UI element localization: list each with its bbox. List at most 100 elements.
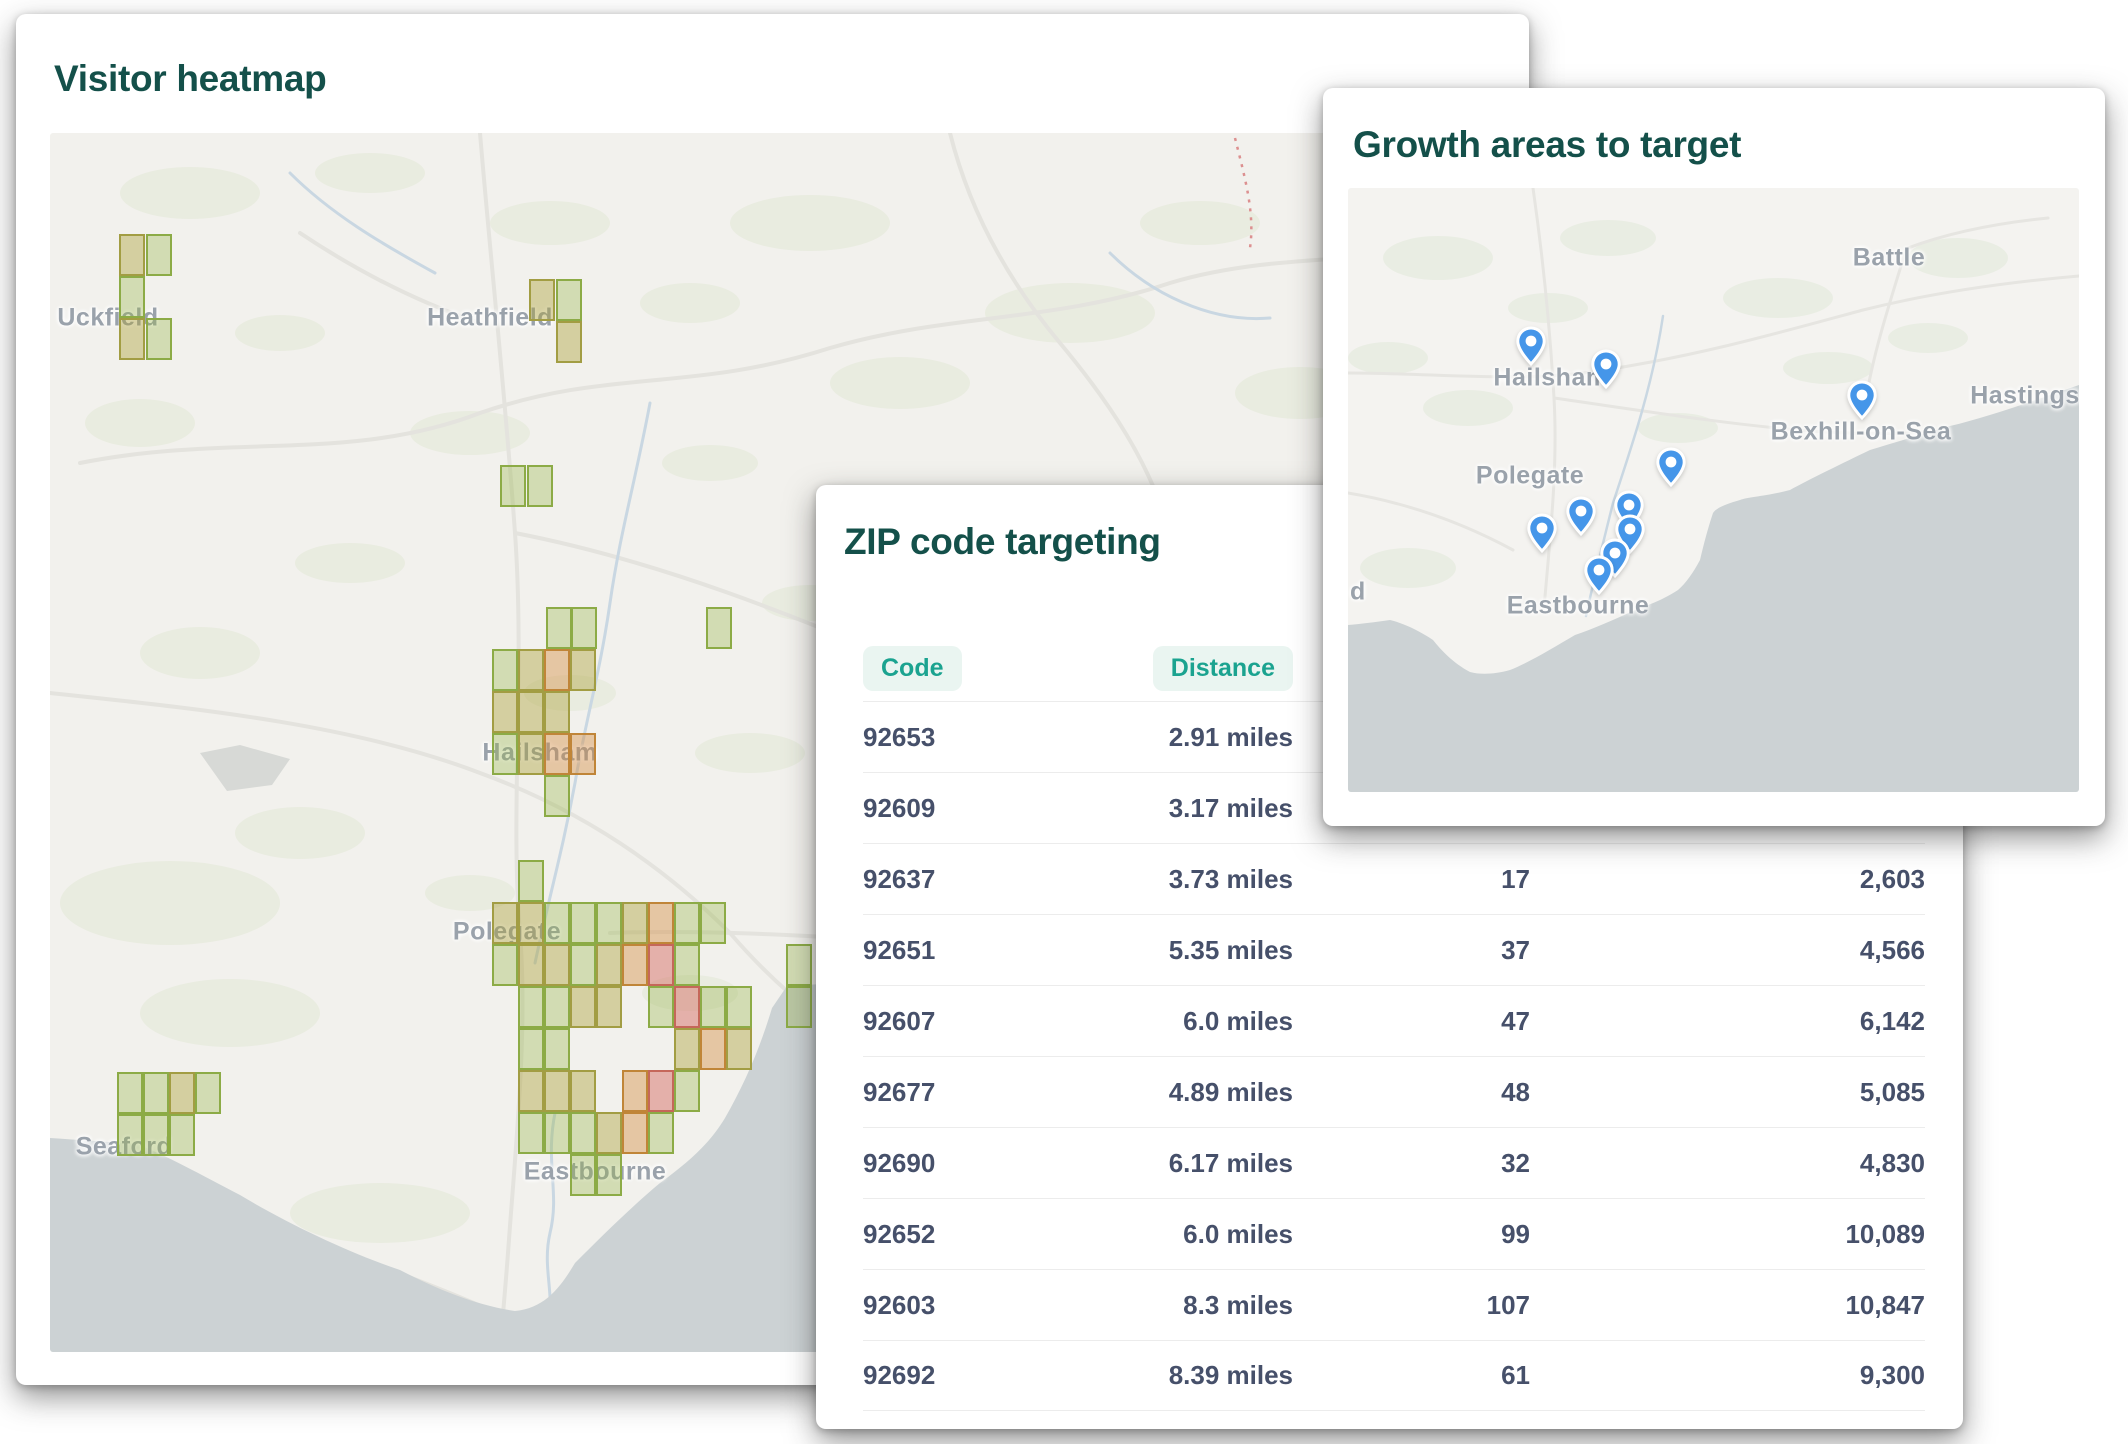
heatmap-cell: [143, 1072, 169, 1114]
heatmap-cell: [622, 902, 648, 944]
table-row: 926928.39 miles619,300: [863, 1340, 1925, 1411]
table-cell: 92652: [863, 1219, 1113, 1250]
heatmap-cell: [570, 649, 596, 691]
table-row: 926038.3 miles10710,847: [863, 1269, 1925, 1340]
table-cell: 3.73 miles: [1113, 864, 1293, 895]
table-row: 926373.73 miles172,603: [863, 843, 1925, 914]
heatmap-cell: [195, 1072, 221, 1114]
heatmap-cell: [596, 944, 622, 986]
code-column-chip[interactable]: Code: [863, 646, 962, 691]
table-cell: 10,847: [1530, 1290, 1925, 1321]
heatmap-cell: [674, 944, 700, 986]
heatmap-cell: [648, 944, 674, 986]
table-row: 926774.89 miles485,085: [863, 1056, 1925, 1127]
heatmap-cell: [700, 1028, 726, 1070]
heatmap-cell: [518, 649, 544, 691]
table-row: 926906.17 miles324,830: [863, 1127, 1925, 1198]
table-cell: 47: [1293, 1006, 1530, 1037]
table-cell: 4,566: [1530, 935, 1925, 966]
map-pin-icon[interactable]: [1525, 513, 1559, 554]
heatmap-cell: [518, 944, 544, 986]
map-pin-icon[interactable]: [1514, 326, 1548, 367]
map-pin-icon[interactable]: [1582, 555, 1616, 596]
heatmap-cell: [518, 1112, 544, 1154]
heatmap-cell: [119, 234, 145, 276]
heatmap-cell: [544, 733, 570, 775]
table-row: 926076.0 miles476,142: [863, 985, 1925, 1056]
heatmap-cell: [596, 1112, 622, 1154]
heatmap-cell: [622, 1112, 648, 1154]
heatmap-cell: [622, 1070, 648, 1112]
heatmap-cell: [117, 1114, 143, 1156]
table-cell: 48: [1293, 1077, 1530, 1108]
table-cell: 92653: [863, 722, 1113, 753]
heatmap-cell: [544, 691, 570, 733]
table-cell: 4.89 miles: [1113, 1077, 1293, 1108]
heatmap-cell: [556, 279, 582, 321]
heatmap-cell: [518, 986, 544, 1028]
heatmap-cell: [119, 318, 145, 360]
map-pin-icon[interactable]: [1654, 447, 1688, 488]
table-cell: 92677: [863, 1077, 1113, 1108]
heatmap-cell: [544, 986, 570, 1028]
table-cell: 92690: [863, 1148, 1113, 1179]
heatmap-cell: [700, 902, 726, 944]
heatmap-cell: [143, 1114, 169, 1156]
table-cell: 9,300: [1530, 1360, 1925, 1391]
heatmap-cell: [556, 321, 582, 363]
heatmap-cell: [492, 944, 518, 986]
table-cell: 10,089: [1530, 1219, 1925, 1250]
heatmap-cell: [546, 607, 572, 649]
heatmap-cell: [527, 465, 553, 507]
heatmap-cell: [544, 1112, 570, 1154]
table-cell: 2.91 miles: [1113, 722, 1293, 753]
heatmap-cell: [500, 465, 526, 507]
heatmap-cell: [571, 607, 597, 649]
heatmap-cell: [544, 1028, 570, 1070]
distance-column-chip[interactable]: Distance: [1153, 646, 1293, 691]
table-row: 926515.35 miles374,566: [863, 914, 1925, 985]
heatmap-cell: [518, 860, 544, 902]
table-cell: 92637: [863, 864, 1113, 895]
heatmap-cell: [492, 691, 518, 733]
heatmap-cell: [570, 1154, 596, 1196]
map-pin-icon[interactable]: [1589, 349, 1623, 390]
table-cell: 8.3 miles: [1113, 1290, 1293, 1321]
visitor-heatmap-title: Visitor heatmap: [54, 58, 326, 100]
table-cell: 61: [1293, 1360, 1530, 1391]
table-cell: 5,085: [1530, 1077, 1925, 1108]
table-cell: 3.17 miles: [1113, 793, 1293, 824]
table-cell: 17: [1293, 864, 1530, 895]
heatmap-cell: [518, 1070, 544, 1112]
table-cell: 4,830: [1530, 1148, 1925, 1179]
map-pin-icon[interactable]: [1845, 380, 1879, 421]
heatmap-cell: [570, 986, 596, 1028]
heatmap-cell: [622, 944, 648, 986]
heatmap-cell: [648, 902, 674, 944]
heatmap-cell: [544, 902, 570, 944]
heatmap-cell: [146, 234, 172, 276]
heatmap-cell: [570, 1112, 596, 1154]
heatmap-cell: [570, 733, 596, 775]
heatmap-cell: [169, 1072, 195, 1114]
heatmap-cell: [596, 902, 622, 944]
heatmap-cell: [786, 986, 812, 1028]
table-cell: 2,603: [1530, 864, 1925, 895]
table-cell: 92607: [863, 1006, 1113, 1037]
heatmap-cell: [544, 944, 570, 986]
table-row: 926526.0 miles9910,089: [863, 1198, 1925, 1269]
growth-map-pins: [1348, 188, 2079, 792]
heatmap-cell: [674, 1070, 700, 1112]
heatmap-cell: [518, 1028, 544, 1070]
table-cell: 92651: [863, 935, 1113, 966]
map-pin-icon[interactable]: [1564, 496, 1598, 537]
heatmap-cell: [119, 276, 145, 318]
growth-areas-map[interactable]: BattleHastingsBexhill-on-SeaHailshamPole…: [1348, 188, 2079, 792]
table-cell: 6.0 miles: [1113, 1006, 1293, 1037]
heatmap-cell: [596, 1154, 622, 1196]
heatmap-cell: [518, 902, 544, 944]
heatmap-cell: [706, 607, 732, 649]
heatmap-cell: [492, 649, 518, 691]
heatmap-cell: [169, 1114, 195, 1156]
heatmap-cell: [674, 986, 700, 1028]
